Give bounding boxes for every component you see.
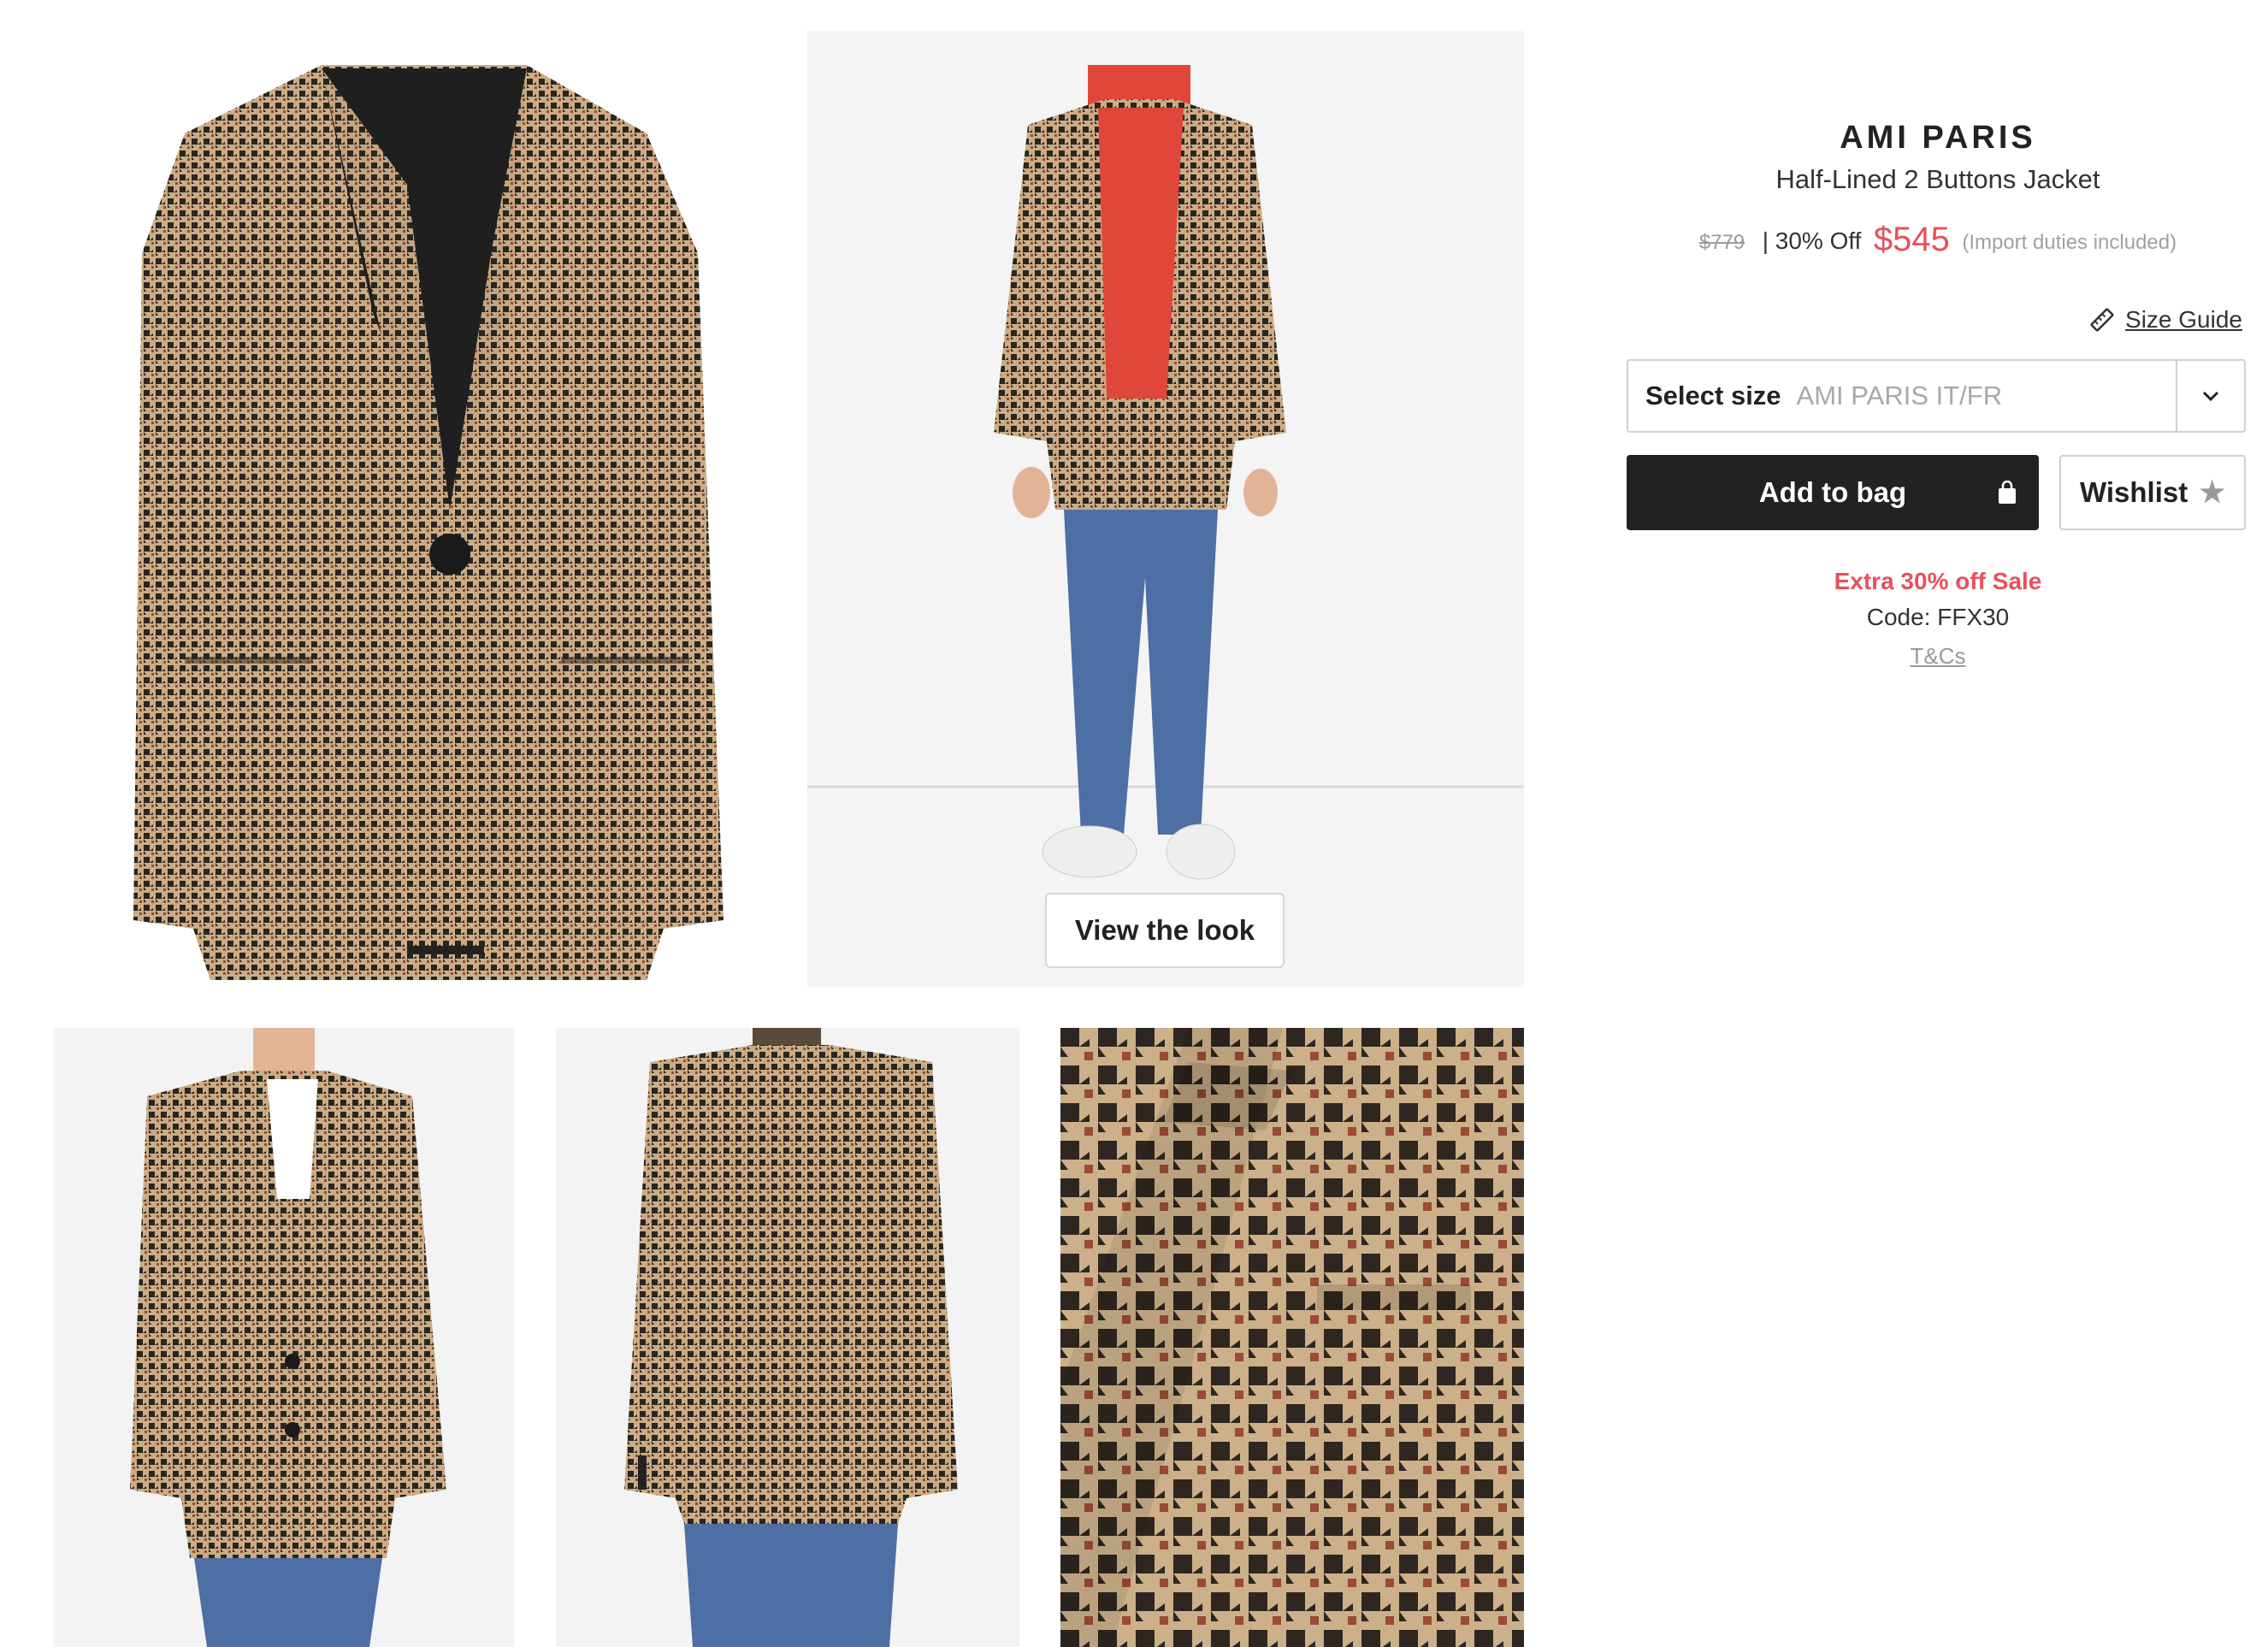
star-icon: ★ <box>2199 476 2225 509</box>
add-to-bag-button[interactable]: Add to bag <box>1627 455 2039 530</box>
product-image-back[interactable] <box>556 1028 1019 1647</box>
jacket-flat-illustration <box>133 65 724 980</box>
duties-note: (Import duties included) <box>1962 231 2177 254</box>
add-to-bag-label: Add to bag <box>1758 476 1907 508</box>
bag-icon <box>1999 481 2016 504</box>
product-image-front[interactable] <box>53 1028 515 1647</box>
size-guide-link[interactable]: Size Guide <box>2089 303 2242 337</box>
product-name: Half-Lined 2 Buttons Jacket <box>1775 164 2100 194</box>
model-look-illustration <box>807 31 1524 987</box>
ruler-icon <box>2090 308 2114 332</box>
model-front-illustration <box>53 1028 515 1647</box>
brand-name[interactable]: AMI PARIS <box>1625 120 2251 156</box>
discount-label: | 30% Off <box>1762 227 1862 254</box>
size-select-dropdown[interactable]: Select size AMI PARIS IT/FR <box>1627 359 2246 433</box>
sale-price: $545 <box>1873 221 1950 258</box>
product-image-detail[interactable] <box>1060 1028 1524 1647</box>
original-price: $779 <box>1698 231 1745 254</box>
promo-title: Extra 30% off Sale <box>1834 568 2042 594</box>
view-the-look-button[interactable]: View the look <box>1045 893 1285 968</box>
product-image-main[interactable] <box>48 31 768 987</box>
product-image-look[interactable] <box>807 31 1524 987</box>
wishlist-label: Wishlist <box>2080 476 2188 508</box>
chevron-down-icon[interactable] <box>2176 361 2244 431</box>
wishlist-button[interactable]: Wishlist ★ <box>2059 455 2246 530</box>
size-guide-label[interactable]: Size Guide <box>2125 306 2242 334</box>
fabric-detail-illustration <box>1060 1028 1524 1647</box>
price-row: $779 | 30% Off $545 (Import duties inclu… <box>1625 221 2251 259</box>
size-select-label: Select size <box>1645 381 1781 410</box>
terms-link[interactable]: T&Cs <box>1911 643 1966 669</box>
promo-code: Code: FFX30 <box>1866 604 2010 630</box>
size-select-value: AMI PARIS IT/FR <box>1796 381 2003 410</box>
terms-link-wrap: T&Cs <box>1625 643 2251 670</box>
model-back-illustration <box>556 1028 1019 1647</box>
